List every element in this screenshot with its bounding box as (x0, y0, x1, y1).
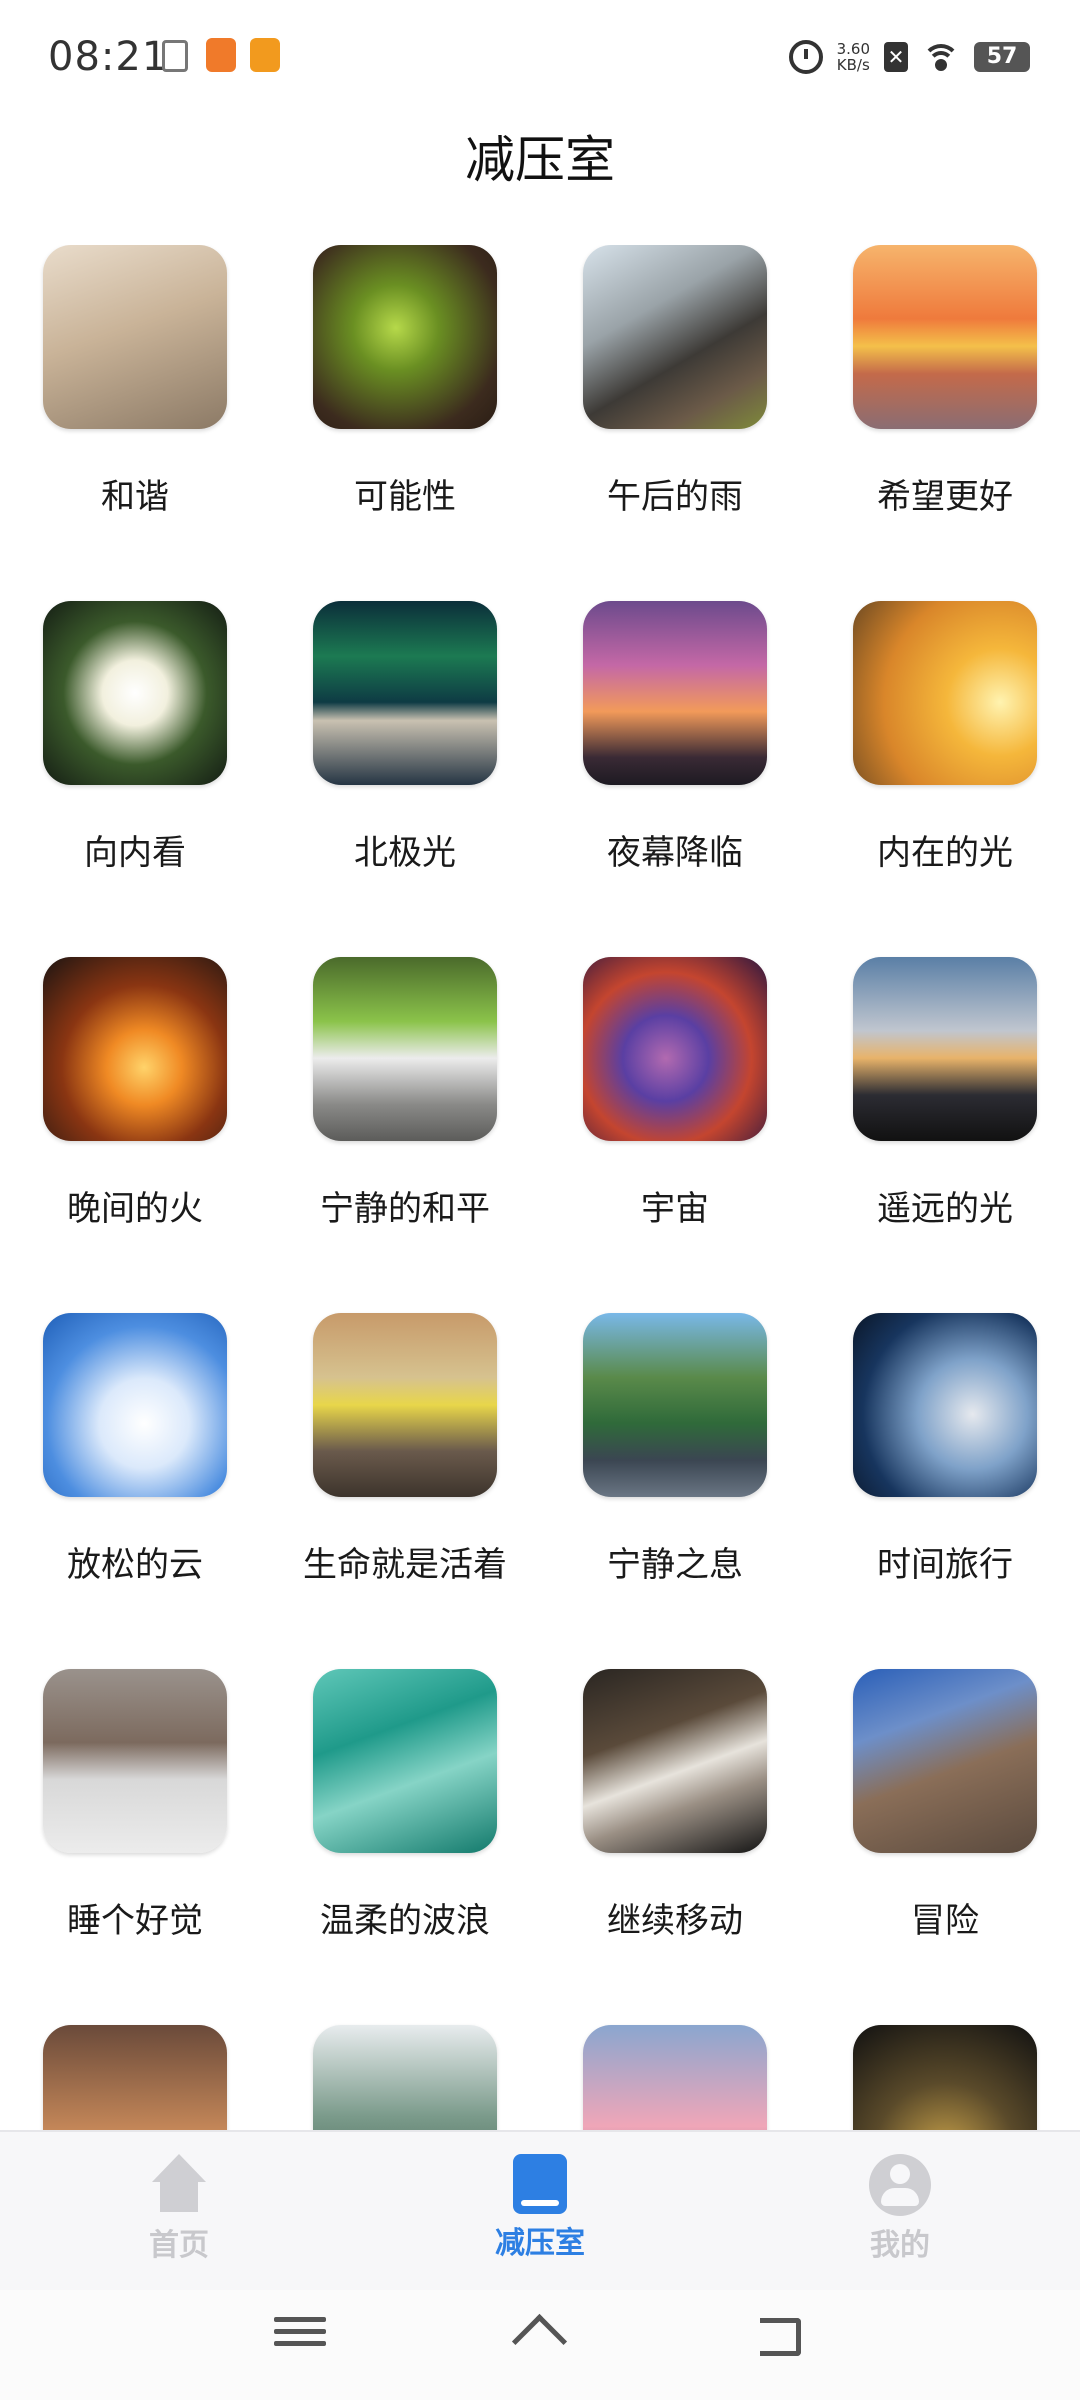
scene-tile[interactable]: 宁静之息 (560, 1313, 790, 1586)
scene-thumbnail (583, 2025, 767, 2130)
scene-thumbnail (853, 957, 1037, 1141)
scene-tile[interactable]: 遥远的光 (830, 957, 1060, 1230)
scene-tile[interactable]: 继续移动 (560, 1669, 790, 1942)
scene-tile[interactable]: 宇宙 (560, 957, 790, 1230)
scene-tile[interactable] (560, 2025, 790, 2130)
scene-thumbnail (583, 957, 767, 1141)
scene-tile[interactable]: 夜幕降临 (560, 601, 790, 874)
scene-label: 和谐 (101, 477, 169, 517)
scene-thumbnail (583, 1669, 767, 1853)
scene-label: 冒险 (911, 1901, 979, 1941)
scene-tile[interactable]: 希望更好 (830, 245, 1060, 518)
scene-grid: 和谐 可能性 午后的雨 希望更好向内看 北极光 夜幕降临 内在的光晚间的火 宁静的和平 宇宙 遥远… (0, 245, 1080, 2130)
scene-label: 继续移动 (607, 1901, 743, 1941)
scene-thumbnail (43, 1313, 227, 1497)
scene-label: 睡个好觉 (67, 1901, 203, 1941)
scene-label: 宇宙 (641, 1189, 709, 1229)
scene-thumbnail (313, 957, 497, 1141)
scene-tile[interactable]: 放松的云 (20, 1313, 250, 1586)
home-icon (148, 2154, 210, 2216)
book-icon (513, 2154, 567, 2214)
status-time: 08:21 (48, 34, 169, 80)
scene-thumbnail (43, 1669, 227, 1853)
nav-item-stress-room[interactable]: 减压室 (440, 2154, 640, 2262)
scene-thumbnail (43, 245, 227, 429)
scene-label: 向内看 (84, 833, 186, 873)
scene-label: 夜幕降临 (607, 833, 743, 873)
scene-thumbnail (43, 601, 227, 785)
scene-thumbnail (43, 2025, 227, 2130)
scene-thumbnail (313, 1313, 497, 1497)
scene-label: 温柔的波浪 (320, 1901, 490, 1941)
scene-label: 遥远的光 (877, 1189, 1013, 1229)
app-notification-icon (206, 38, 236, 72)
scene-tile[interactable]: 内在的光 (830, 601, 1060, 874)
scene-label: 可能性 (354, 477, 456, 517)
nav-label-profile: 我的 (870, 2228, 930, 2263)
scene-label: 宁静的和平 (320, 1189, 490, 1229)
scene-label: 希望更好 (877, 477, 1013, 517)
scene-thumbnail (583, 245, 767, 429)
scene-tile[interactable]: 和谐 (20, 245, 250, 518)
user-icon (869, 2154, 931, 2216)
nav-label-home: 首页 (149, 2228, 209, 2263)
home-gesture-icon[interactable] (510, 2310, 570, 2360)
wifi-icon (922, 42, 960, 72)
scene-tile[interactable]: 晚间的火 (20, 957, 250, 1230)
scene-label: 内在的光 (877, 833, 1013, 873)
scene-label: 北极光 (354, 833, 456, 873)
scene-thumbnail (313, 1669, 497, 1853)
scene-thumbnail (313, 245, 497, 429)
status-bar: 08:21 3.60 KB/s ✕ 57 (0, 0, 1080, 118)
scene-tile[interactable] (830, 2025, 1060, 2130)
scene-tile[interactable]: 可能性 (290, 245, 520, 518)
scene-tile[interactable]: 向内看 (20, 601, 250, 874)
page-title: 减压室 (465, 131, 615, 189)
nav-label-stress-room: 减压室 (495, 2226, 585, 2261)
scene-label: 放松的云 (67, 1545, 203, 1585)
scene-thumbnail (313, 2025, 497, 2130)
app-notification-icon (250, 38, 280, 72)
status-right-group: 3.60 KB/s ✕ 57 (788, 32, 1030, 82)
scene-thumbnail (583, 601, 767, 785)
scene-tile[interactable]: 北极光 (290, 601, 520, 874)
scene-thumbnail (853, 245, 1037, 429)
scene-tile[interactable]: 宁静的和平 (290, 957, 520, 1230)
sim-icon: ✕ (884, 42, 908, 72)
scene-thumbnail (853, 1313, 1037, 1497)
scene-thumbnail (313, 601, 497, 785)
scene-label: 时间旅行 (877, 1545, 1013, 1585)
nav-item-profile[interactable]: 我的 (800, 2154, 1000, 2264)
net-speed: 3.60 KB/s (837, 41, 870, 73)
battery-icon: 57 (974, 42, 1030, 72)
nav-item-home[interactable]: 首页 (79, 2154, 279, 2264)
scene-label: 晚间的火 (67, 1189, 203, 1229)
scene-tile[interactable]: 生命就是活着 (290, 1313, 520, 1586)
scene-thumbnail (43, 957, 227, 1141)
bottom-nav: 首页 减压室 我的 (0, 2130, 1080, 2292)
scene-tile[interactable]: 温柔的波浪 (290, 1669, 520, 1942)
scene-tile[interactable]: 睡个好觉 (20, 1669, 250, 1942)
scene-thumbnail (853, 1669, 1037, 1853)
back-icon[interactable] (752, 2310, 812, 2360)
system-nav-bar (0, 2290, 1080, 2400)
scene-label: 生命就是活着 (303, 1545, 507, 1585)
scene-tile[interactable]: 时间旅行 (830, 1313, 1060, 1586)
alarm-icon (788, 40, 823, 74)
scene-thumbnail (853, 2025, 1037, 2130)
menu-icon[interactable] (270, 2310, 330, 2360)
scene-label: 午后的雨 (607, 477, 743, 517)
scene-tile[interactable] (20, 2025, 250, 2130)
net-speed-unit: KB/s (836, 56, 870, 74)
scene-tile[interactable] (290, 2025, 520, 2130)
doc-icon (162, 40, 188, 72)
scene-tile[interactable]: 午后的雨 (560, 245, 790, 518)
scene-thumbnail (853, 601, 1037, 785)
scene-thumbnail (583, 1313, 767, 1497)
scene-label: 宁静之息 (607, 1545, 743, 1585)
scene-tile[interactable]: 冒险 (830, 1669, 1060, 1942)
net-speed-value: 3.60 (836, 40, 870, 58)
